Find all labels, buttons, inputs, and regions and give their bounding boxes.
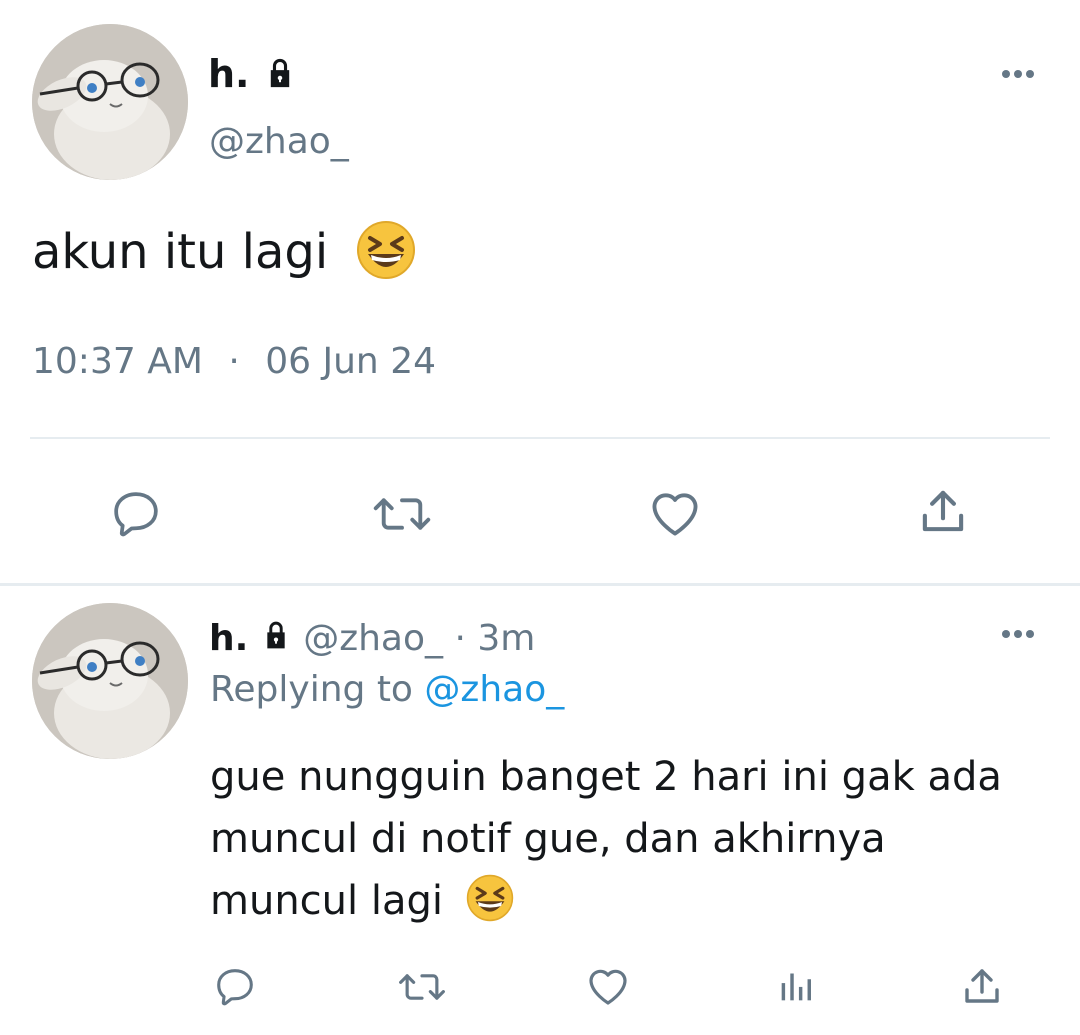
tweet-text-content: akun itu lagi [32,224,329,280]
divider [30,437,1050,439]
more-icon[interactable] [998,62,1038,86]
tweet-date: 06 Jun 24 [265,341,437,382]
share-icon[interactable] [958,962,1006,1010]
tweet-timestamp[interactable]: 10:37 AM · 06 Jun 24 [32,340,436,384]
reply-text-line: muncul lagi [210,878,443,924]
display-name-text: h. [208,52,250,96]
replying-to: Replying to @zhao_ [210,668,564,712]
avatar-image [32,24,188,180]
divider [0,583,1080,586]
tweet-text: akun itu lagi [32,220,416,294]
replying-to-handle-link[interactable]: @zhao_ [424,669,564,710]
analytics-icon[interactable] [774,962,820,1008]
avatar-image [32,603,188,759]
like-icon[interactable] [584,962,632,1010]
reply-handle: @zhao_ [303,618,444,659]
grinning-squinting-face-icon [466,874,514,940]
reply-text: gue nungguin banget 2 hari ini gak ada m… [210,746,1002,940]
timestamp-separator: · [228,341,240,382]
replying-to-label: Replying to [210,669,413,710]
handle[interactable]: @zhao_ [209,120,349,164]
reply-text-line: muncul di notif gue, dan akhirnya [210,816,886,862]
reply-text-line: gue nungguin banget 2 hari ini gak ada [210,754,1002,800]
tweet-time: 10:37 AM [32,341,203,382]
reply-avatar[interactable] [32,603,188,759]
reply-icon[interactable] [212,964,258,1010]
display-name[interactable]: h. [208,52,297,99]
reply-age: · 3m [454,618,536,659]
lock-icon [263,55,297,99]
like-icon[interactable] [646,484,704,542]
reply-display-name: h. [209,618,249,659]
reply-icon[interactable] [108,486,164,542]
grinning-squinting-face-icon [356,220,416,294]
retweet-icon[interactable] [370,484,434,544]
avatar[interactable] [32,24,188,180]
retweet-icon[interactable] [396,963,448,1011]
lock-icon [260,618,292,662]
more-icon[interactable] [998,622,1038,646]
share-icon[interactable] [914,482,972,540]
reply-header[interactable]: h. @zhao_ · 3m [209,617,535,662]
